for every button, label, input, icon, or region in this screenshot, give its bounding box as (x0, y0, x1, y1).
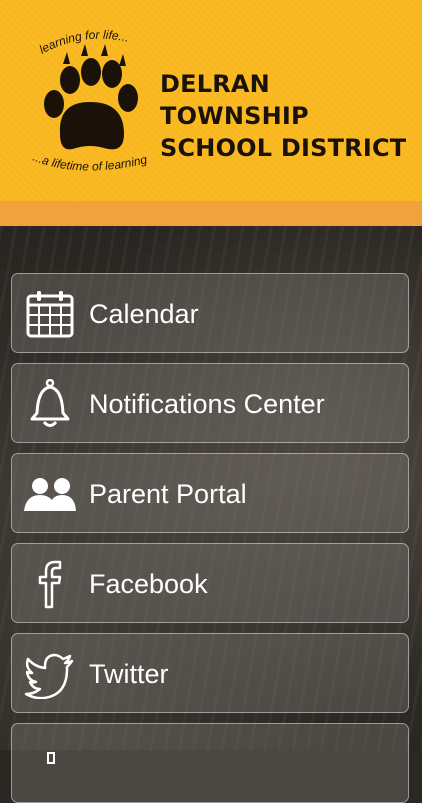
twitter-icon (24, 653, 74, 699)
menu-label-parent-portal: Parent Portal (89, 479, 247, 509)
menu-item-twitter[interactable]: Twitter (11, 633, 409, 713)
menu-label-facebook: Facebook (89, 569, 208, 599)
bell-icon (30, 379, 70, 427)
calendar-icon (26, 291, 74, 338)
facebook-icon (38, 560, 62, 609)
district-name-line1: DELRAN TOWNSHIP (160, 70, 309, 130)
header-accent-stripe (0, 201, 422, 226)
district-name-line2: SCHOOL DISTRICT (160, 134, 407, 162)
menu-item-partial[interactable] (11, 723, 409, 803)
partial-item-icon (47, 752, 55, 764)
district-name: DELRAN TOWNSHIP SCHOOL DISTRICT (160, 68, 422, 164)
bear-paw-logo: learning for life... ...a lifetime of le… (31, 28, 149, 174)
logo-tagline-bottom: ...a lifetime of learning (31, 150, 149, 174)
menu-item-calendar[interactable]: Calendar (11, 273, 409, 353)
menu-label-notifications: Notifications Center (89, 389, 325, 419)
menu-label-twitter: Twitter (89, 659, 169, 689)
svg-text:...a lifetime of learning: ...a lifetime of learning (31, 150, 149, 174)
app-header: learning for life... ...a lifetime of le… (0, 0, 422, 201)
menu-area: Calendar Notifications Center Parent Por… (0, 226, 422, 803)
menu-label-calendar: Calendar (89, 299, 199, 329)
menu-item-facebook[interactable]: Facebook (11, 543, 409, 623)
users-icon (24, 478, 76, 511)
menu-item-notifications[interactable]: Notifications Center (11, 363, 409, 443)
menu-item-parent-portal[interactable]: Parent Portal (11, 453, 409, 533)
